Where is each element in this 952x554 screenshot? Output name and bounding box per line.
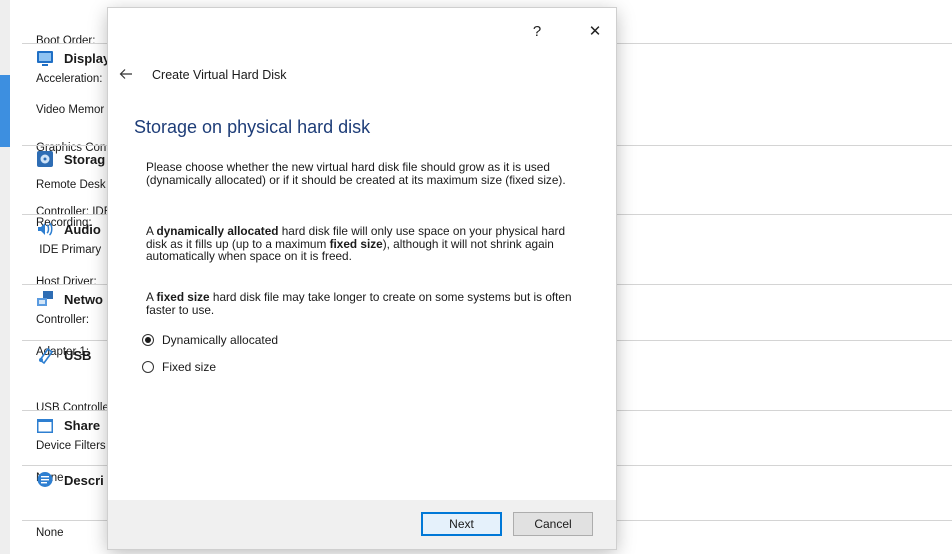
dynamic-description-paragraph: A dynamically allocated hard disk file w…: [146, 225, 576, 263]
host-driver-label: Host Driver:: [36, 276, 97, 288]
storage-icon: [36, 150, 54, 168]
audio-icon: [36, 220, 54, 238]
network-section-title: Netwo: [64, 291, 103, 307]
help-button[interactable]: ?: [526, 20, 548, 42]
controller-ide-label: Controller: IDE: [36, 206, 112, 218]
usb-icon: [36, 346, 54, 365]
back-arrow-icon[interactable]: [116, 64, 136, 84]
description-section-header[interactable]: Descri: [36, 469, 104, 491]
usb-section-title: USB: [64, 347, 92, 363]
display-section-title: Display: [64, 50, 111, 66]
shared-folders-section-title: Share: [64, 417, 101, 433]
description-icon: [36, 471, 54, 489]
screen: Boot Order: Acceleration: Display Video …: [0, 0, 952, 554]
shared-folder-icon: [36, 416, 54, 434]
dialog-footer: Next Cancel: [108, 500, 616, 549]
radio-selected-icon[interactable]: [142, 334, 154, 346]
text-run: hard disk file may take longer to create…: [146, 290, 572, 317]
audio-section-title: Audio: [64, 221, 101, 237]
description-section-title: Descri: [64, 472, 104, 488]
dynamically-allocated-radio[interactable]: Dynamically allocated: [142, 331, 278, 349]
create-virtual-hard-disk-dialog: ? ✕ Create Virtual Hard Disk Storage on …: [108, 8, 616, 549]
usb-section-header[interactable]: USB: [36, 344, 91, 366]
selected-vm-highlight[interactable]: [0, 75, 10, 147]
cancel-button[interactable]: Cancel: [513, 512, 593, 536]
fixed-size-label: Fixed size: [162, 360, 217, 374]
display-icon: [36, 49, 54, 67]
video-memory-label: Video Memor: [36, 104, 105, 116]
fixed-description-paragraph: A fixed size hard disk file may take lon…: [146, 291, 576, 316]
audio-section-header[interactable]: Audio: [36, 218, 101, 240]
network-section-header[interactable]: Netwo: [36, 288, 103, 310]
next-button[interactable]: Next: [421, 512, 502, 536]
close-button[interactable]: ✕: [584, 20, 606, 42]
description-value: None: [36, 527, 64, 539]
page-heading: Storage on physical hard disk: [134, 117, 371, 137]
storage-section-header[interactable]: Storag: [36, 148, 105, 170]
boot-order-label: Boot Order:: [36, 35, 96, 47]
vm-list-strip: [0, 0, 10, 554]
shared-folders-section-header[interactable]: Share: [36, 414, 100, 436]
dialog-title: Create Virtual Hard Disk: [152, 68, 287, 82]
radio-unselected-icon[interactable]: [142, 361, 154, 373]
network-icon: [36, 290, 54, 308]
intro-paragraph: Please choose whether the new virtual ha…: [146, 160, 566, 187]
dynamically-allocated-label: Dynamically allocated: [162, 333, 279, 347]
fixed-size-radio[interactable]: Fixed size: [142, 358, 216, 376]
storage-section-title: Storag: [64, 151, 106, 167]
description-section-rows: None: [36, 502, 64, 554]
display-section-header[interactable]: Display: [36, 47, 110, 69]
usb-controller-label: USB Controlle: [36, 402, 109, 414]
